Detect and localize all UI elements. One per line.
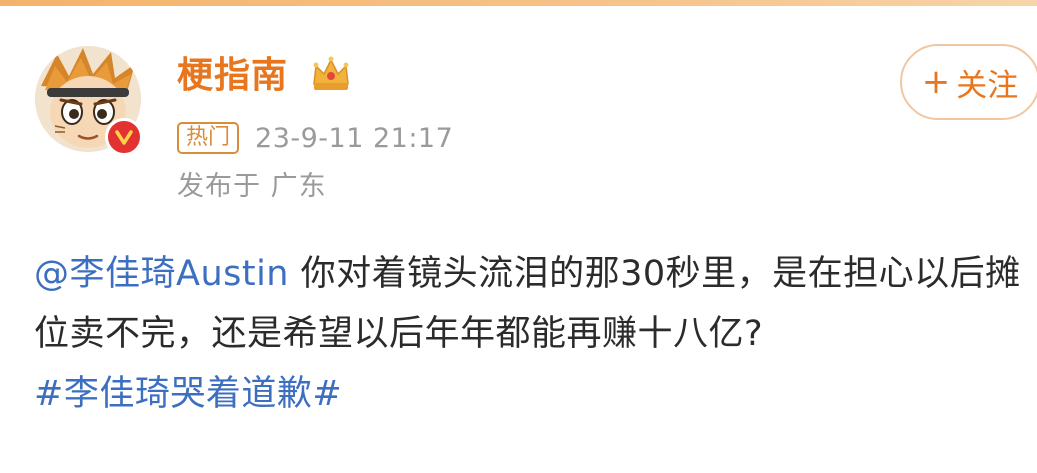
post-location: 发布于 广东 bbox=[177, 171, 327, 202]
author-name[interactable]: 梗指南 bbox=[177, 54, 288, 98]
author-avatar[interactable] bbox=[35, 46, 143, 156]
post-body: @李佳琦Austin 你对着镜头流泪的那30秒里，是在担心以后摊位卖不完，还是希… bbox=[34, 244, 1034, 424]
hot-badge: 热门 bbox=[177, 122, 240, 154]
follow-button[interactable]: + 关注 bbox=[900, 44, 1037, 120]
weibo-post-card: 梗指南 热门 23-9-11 21:17 发布于 广东 + 关注 @李佳琦Aus… bbox=[0, 6, 1037, 473]
hashtag-link[interactable]: #李佳琦哭着道歉# bbox=[34, 374, 342, 414]
post-meta-row: 热门 23-9-11 21:17 bbox=[177, 120, 453, 156]
follow-label: 关注 bbox=[956, 67, 1019, 104]
plus-icon: + bbox=[921, 62, 951, 102]
crown-icon bbox=[310, 54, 352, 94]
post-timestamp: 23-9-11 21:17 bbox=[255, 122, 454, 154]
verified-badge-icon bbox=[105, 118, 143, 156]
user-mention-link[interactable]: @李佳琦Austin bbox=[34, 254, 289, 294]
